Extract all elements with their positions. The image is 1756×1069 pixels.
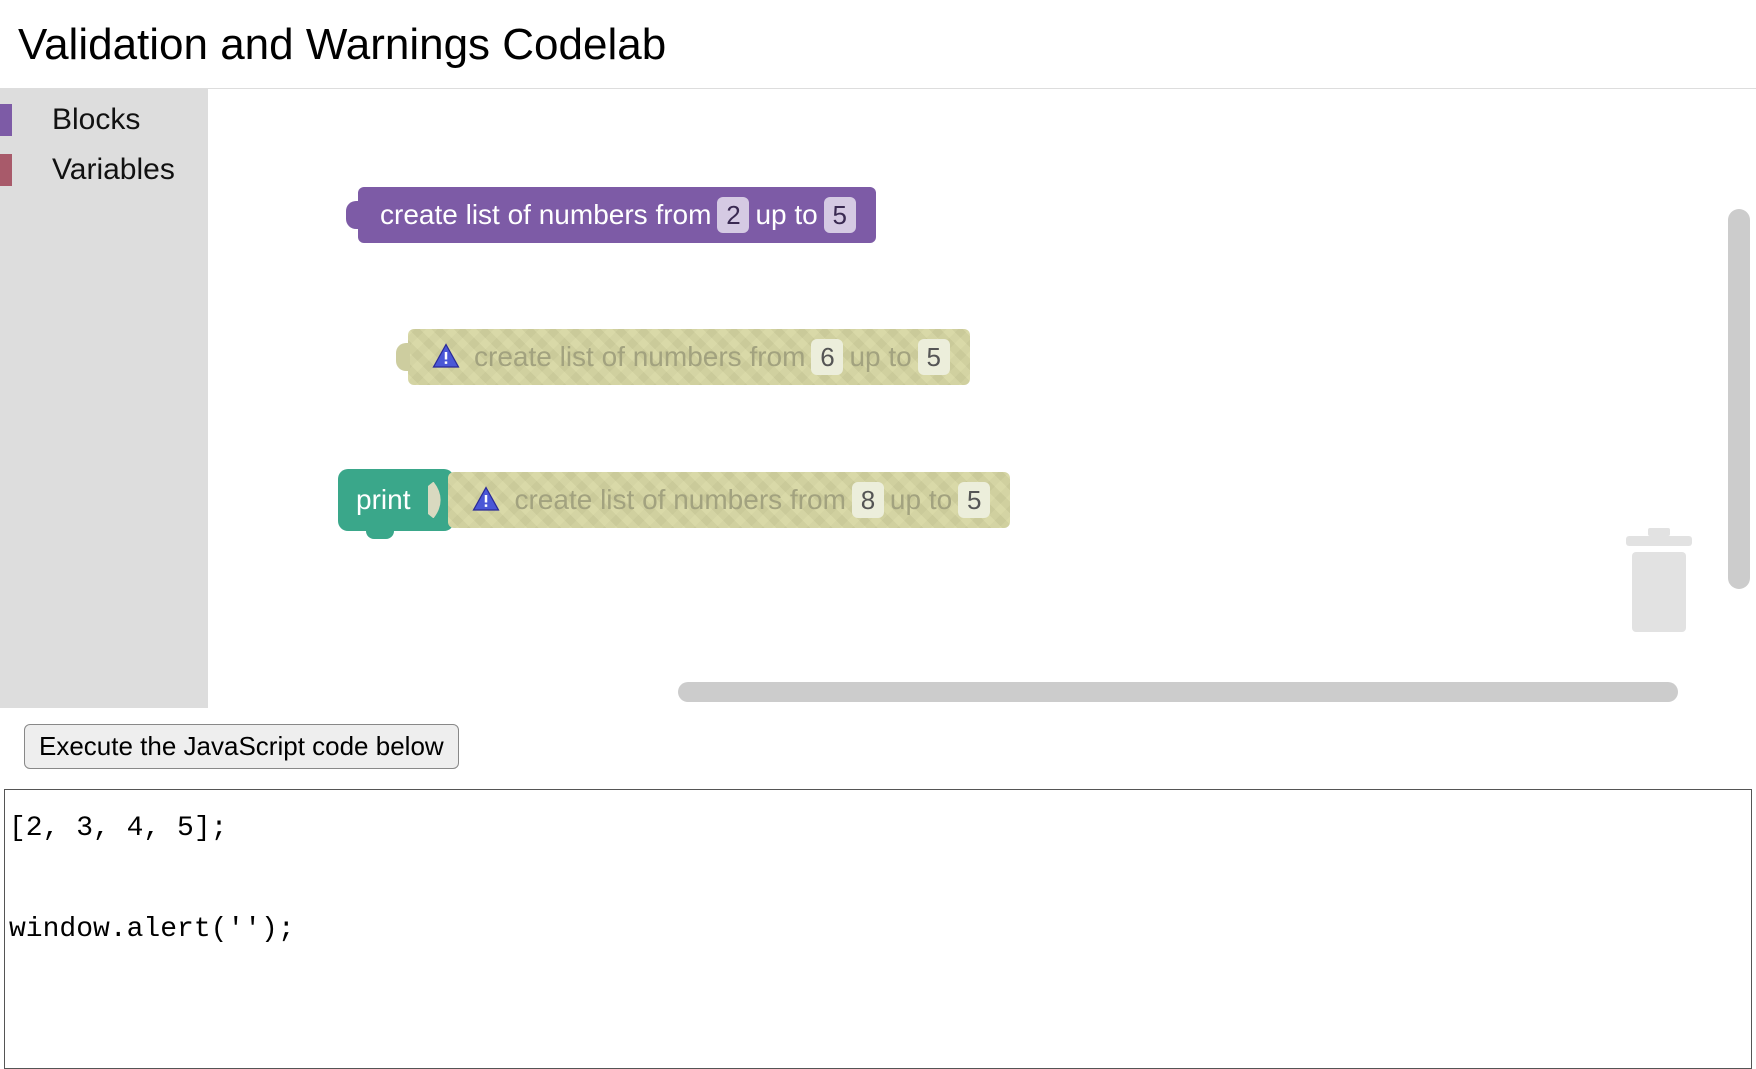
block-create-list-1[interactable]: create list of numbers from 2 up to 5 (358, 187, 876, 243)
warning-icon[interactable] (470, 484, 502, 516)
toolbox-label: Blocks (52, 103, 140, 137)
block-create-list-2-disabled[interactable]: create list of numbers from 6 up to 5 (408, 329, 970, 385)
scrollbar-horizontal[interactable] (678, 682, 1678, 702)
trash-icon[interactable] (1618, 528, 1700, 638)
scrollbar-vertical[interactable] (1728, 209, 1750, 589)
toolbox-color-swatch (0, 104, 12, 136)
block-connector-icon (396, 343, 410, 371)
execute-button[interactable]: Execute the JavaScript code below (24, 724, 459, 769)
toolbox-label: Variables (52, 153, 175, 187)
block-text: up to (755, 199, 817, 231)
warning-icon[interactable] (430, 341, 462, 373)
workspace[interactable]: create list of numbers from 2 up to 5 cr… (208, 89, 1756, 708)
toolbox: Blocks Variables (0, 89, 208, 708)
page-title: Validation and Warnings Codelab (0, 0, 1756, 88)
block-text: create list of numbers from (474, 341, 805, 373)
number-input[interactable]: 5 (824, 197, 856, 233)
block-text: up to (890, 484, 952, 516)
toolbox-item-blocks[interactable]: Blocks (0, 95, 208, 145)
toolbox-color-swatch (0, 154, 12, 186)
number-input[interactable]: 8 (852, 482, 884, 518)
number-input[interactable]: 5 (958, 482, 990, 518)
code-text: [2, 3, 4, 5]; window.alert(''); (9, 804, 1747, 955)
controls-bar: Execute the JavaScript code below (0, 708, 1756, 769)
code-textarea[interactable]: [2, 3, 4, 5]; window.alert(''); (4, 789, 1752, 1069)
number-input[interactable]: 5 (918, 339, 950, 375)
block-create-list-3-disabled[interactable]: create list of numbers from 8 up to 5 (448, 472, 1010, 528)
number-input[interactable]: 6 (811, 339, 843, 375)
block-text: up to (849, 341, 911, 373)
block-text: create list of numbers from (380, 199, 711, 231)
block-slot-icon (428, 482, 442, 518)
block-connector-icon (346, 201, 360, 229)
block-text: print (356, 484, 410, 516)
block-row-print: print create list of numbers from 8 up t… (338, 469, 1016, 531)
toolbox-item-variables[interactable]: Variables (0, 145, 208, 195)
block-text: create list of numbers from (514, 484, 845, 516)
number-input[interactable]: 2 (717, 197, 749, 233)
main-area: Blocks Variables create list of numbers … (0, 88, 1756, 708)
block-print[interactable]: print (338, 469, 454, 531)
